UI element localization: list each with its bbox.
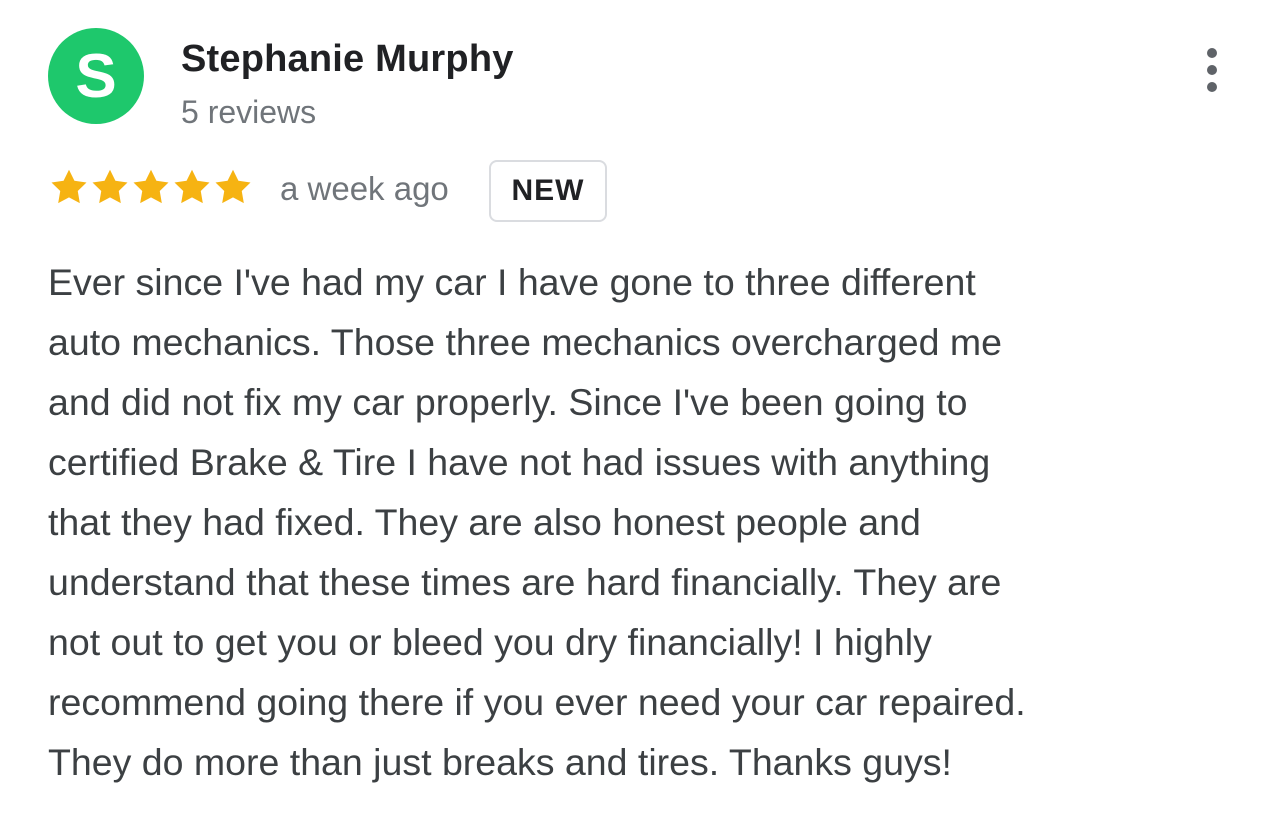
review-text-line: recommend going there if you ever need y… — [48, 681, 1026, 723]
avatar[interactable]: S — [48, 28, 144, 124]
star-icon — [130, 167, 172, 209]
review-text-line: They do more than just breaks and tires.… — [48, 741, 952, 783]
star-rating — [48, 166, 253, 210]
more-vert-icon — [1207, 48, 1217, 58]
more-vert-icon-dot — [1207, 82, 1217, 92]
more-vert-icon-dot — [1207, 65, 1217, 75]
star-icon — [212, 167, 254, 209]
review-text-line: understand that these times are hard fin… — [48, 561, 1002, 603]
review-card: S Stephanie Murphy 5 reviews a week ago … — [0, 0, 1284, 823]
star-icon — [48, 167, 90, 209]
review-text-line: Ever since I've had my car I have gone t… — [48, 261, 976, 303]
review-date: a week ago — [280, 170, 449, 207]
star-icon — [171, 167, 213, 209]
review-text-line: that they had fixed. They are also hones… — [48, 501, 921, 543]
review-text-line: certified Brake & Tire I have not had is… — [48, 441, 991, 483]
review-text-line: and did not fix my car properly. Since I… — [48, 381, 968, 423]
star-icon — [89, 167, 131, 209]
avatar-letter: S — [75, 42, 117, 111]
more-options-button[interactable] — [1190, 42, 1234, 98]
review-text-line: not out to get you or bleed you dry fina… — [48, 621, 932, 663]
review-count[interactable]: 5 reviews — [181, 94, 316, 131]
reviewer-name[interactable]: Stephanie Murphy — [181, 38, 514, 81]
review-text-line: auto mechanics. Those three mechanics ov… — [48, 321, 1002, 363]
new-badge: NEW — [489, 160, 607, 222]
review-text: Ever since I've had my car I have gone t… — [48, 252, 1208, 792]
